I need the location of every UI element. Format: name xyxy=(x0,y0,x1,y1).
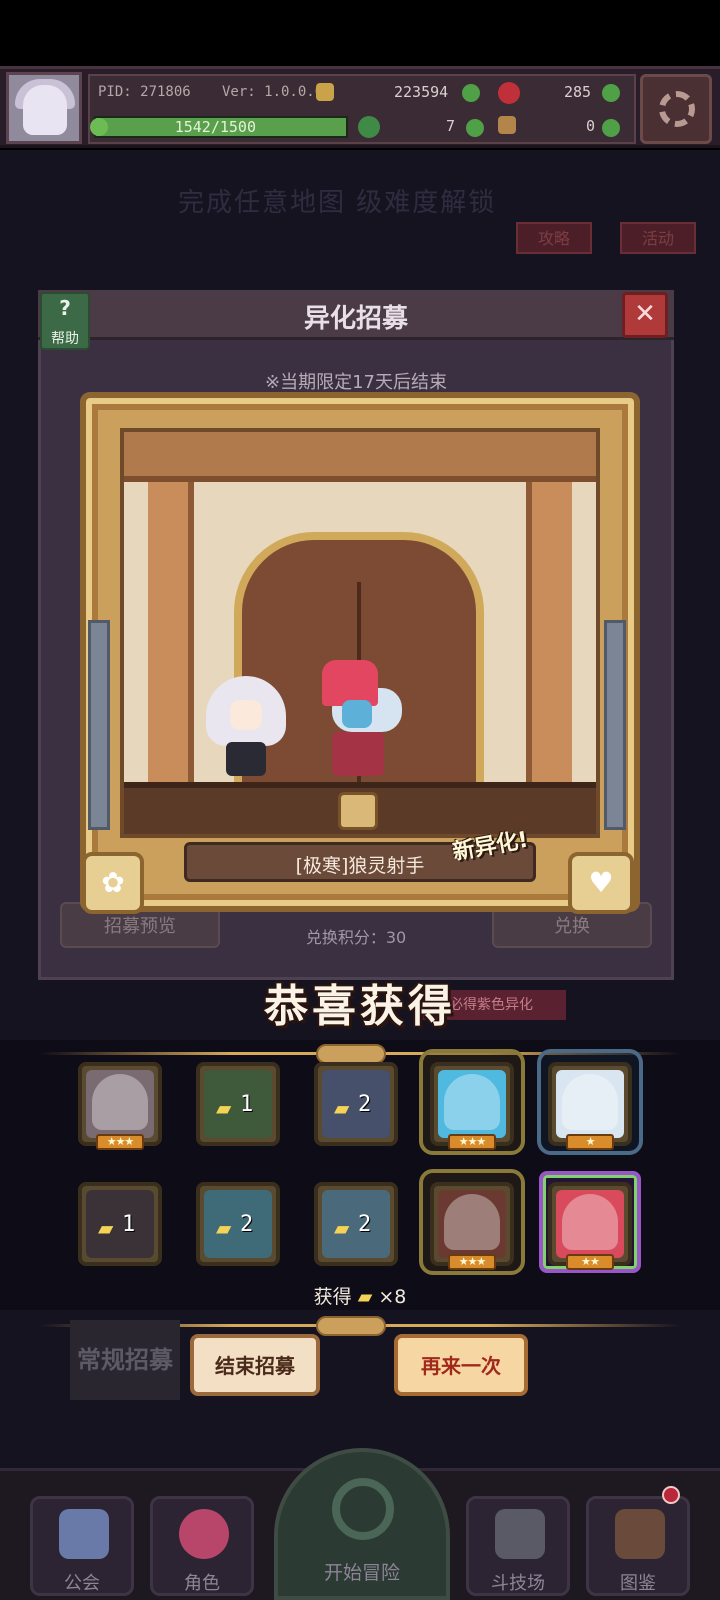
nav-arena-label: 斗技场 xyxy=(491,1573,545,1594)
reward-hero-slot[interactable]: ★★★ xyxy=(430,1062,514,1150)
nav-character-label: 角色 xyxy=(184,1573,220,1594)
magnifier-icon xyxy=(332,1478,394,1540)
reward-hero-slot[interactable]: ★ xyxy=(548,1062,632,1150)
nav-guild-label: 公会 xyxy=(64,1573,100,1594)
crossed-swords-icon xyxy=(495,1509,545,1559)
shard-count: 1 xyxy=(240,1092,254,1117)
reward-shard-slot[interactable]: ▰ 2 xyxy=(196,1182,280,1266)
codex-book-icon xyxy=(615,1509,665,1559)
end-recruit-button[interactable]: 结束招募 xyxy=(190,1334,320,1396)
shard-icon: ▰ xyxy=(334,1216,350,1240)
hero-portrait xyxy=(562,1074,618,1130)
shard-count: 1 xyxy=(122,1212,136,1237)
star-rating: ★★★ xyxy=(448,1254,496,1270)
recruit-again-button[interactable]: 再来一次 xyxy=(394,1334,528,1396)
guild-icon xyxy=(59,1509,109,1559)
reward-shard-slot[interactable]: ▰ 1 xyxy=(196,1062,280,1146)
reward-hero-slot[interactable]: ★★ xyxy=(548,1182,632,1270)
reward-hero-slot[interactable]: ★★★ xyxy=(430,1182,514,1270)
shard-icon: ▰ xyxy=(216,1096,232,1120)
hero-portrait xyxy=(562,1194,618,1250)
hero-portrait xyxy=(92,1074,148,1130)
reward-shard-slot[interactable]: ▰ 2 xyxy=(314,1062,398,1146)
regular-recruit-tab[interactable]: 常规招募 xyxy=(70,1320,180,1400)
hero-portrait xyxy=(444,1194,500,1250)
obtain-count: ×8 xyxy=(378,1286,407,1308)
star-rating: ★★★ xyxy=(96,1134,144,1150)
character-icon xyxy=(179,1509,229,1559)
star-rating: ★★★ xyxy=(448,1134,496,1150)
notification-dot xyxy=(662,1486,680,1504)
reward-shard-slot[interactable]: ▰ 2 xyxy=(314,1182,398,1266)
shard-count: 2 xyxy=(358,1092,372,1117)
hero-portrait xyxy=(444,1074,500,1130)
nav-codex-label: 图鉴 xyxy=(620,1573,656,1594)
nav-codex[interactable]: 图鉴 xyxy=(586,1496,690,1596)
nav-guild[interactable]: 公会 xyxy=(30,1496,134,1596)
nav-arena[interactable]: 斗技场 xyxy=(466,1496,570,1596)
shard-icon: ▰ xyxy=(216,1216,232,1240)
obtain-summary: 获得 ▰ ×8 xyxy=(0,1282,720,1309)
star-rating: ★ xyxy=(566,1134,614,1150)
shard-icon: ▰ xyxy=(334,1096,350,1120)
shard-count: 2 xyxy=(358,1212,372,1237)
star-rating: ★★ xyxy=(566,1254,614,1270)
reward-hero-slot[interactable]: ★★★ xyxy=(78,1062,162,1150)
nav-character[interactable]: 角色 xyxy=(150,1496,254,1596)
shard-icon: ▰ xyxy=(357,1286,373,1308)
nav-start-label: 开始冒险 xyxy=(323,1562,400,1584)
shard-icon: ▰ xyxy=(98,1216,114,1240)
reward-shard-slot[interactable]: ▰ 1 xyxy=(78,1182,162,1266)
obtain-label: 获得 xyxy=(313,1286,352,1308)
shard-count: 2 xyxy=(240,1212,254,1237)
bottom-divider-ornament xyxy=(316,1316,386,1336)
